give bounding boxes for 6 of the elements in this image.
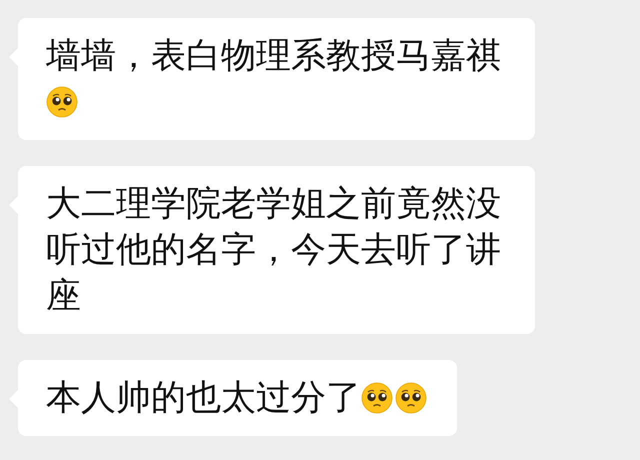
pleading-face-icon — [395, 382, 427, 414]
message-text: 大二理学院老学姐之前竟然没听过他的名字，今天去听了讲座 — [46, 184, 501, 316]
message-text: 本人帅的也太过分了 — [46, 378, 361, 418]
pleading-face-icon — [361, 382, 393, 414]
message-text: 墙墙，表白物理系教授马嘉祺 — [46, 36, 501, 76]
pleading-face-icon — [46, 86, 78, 118]
